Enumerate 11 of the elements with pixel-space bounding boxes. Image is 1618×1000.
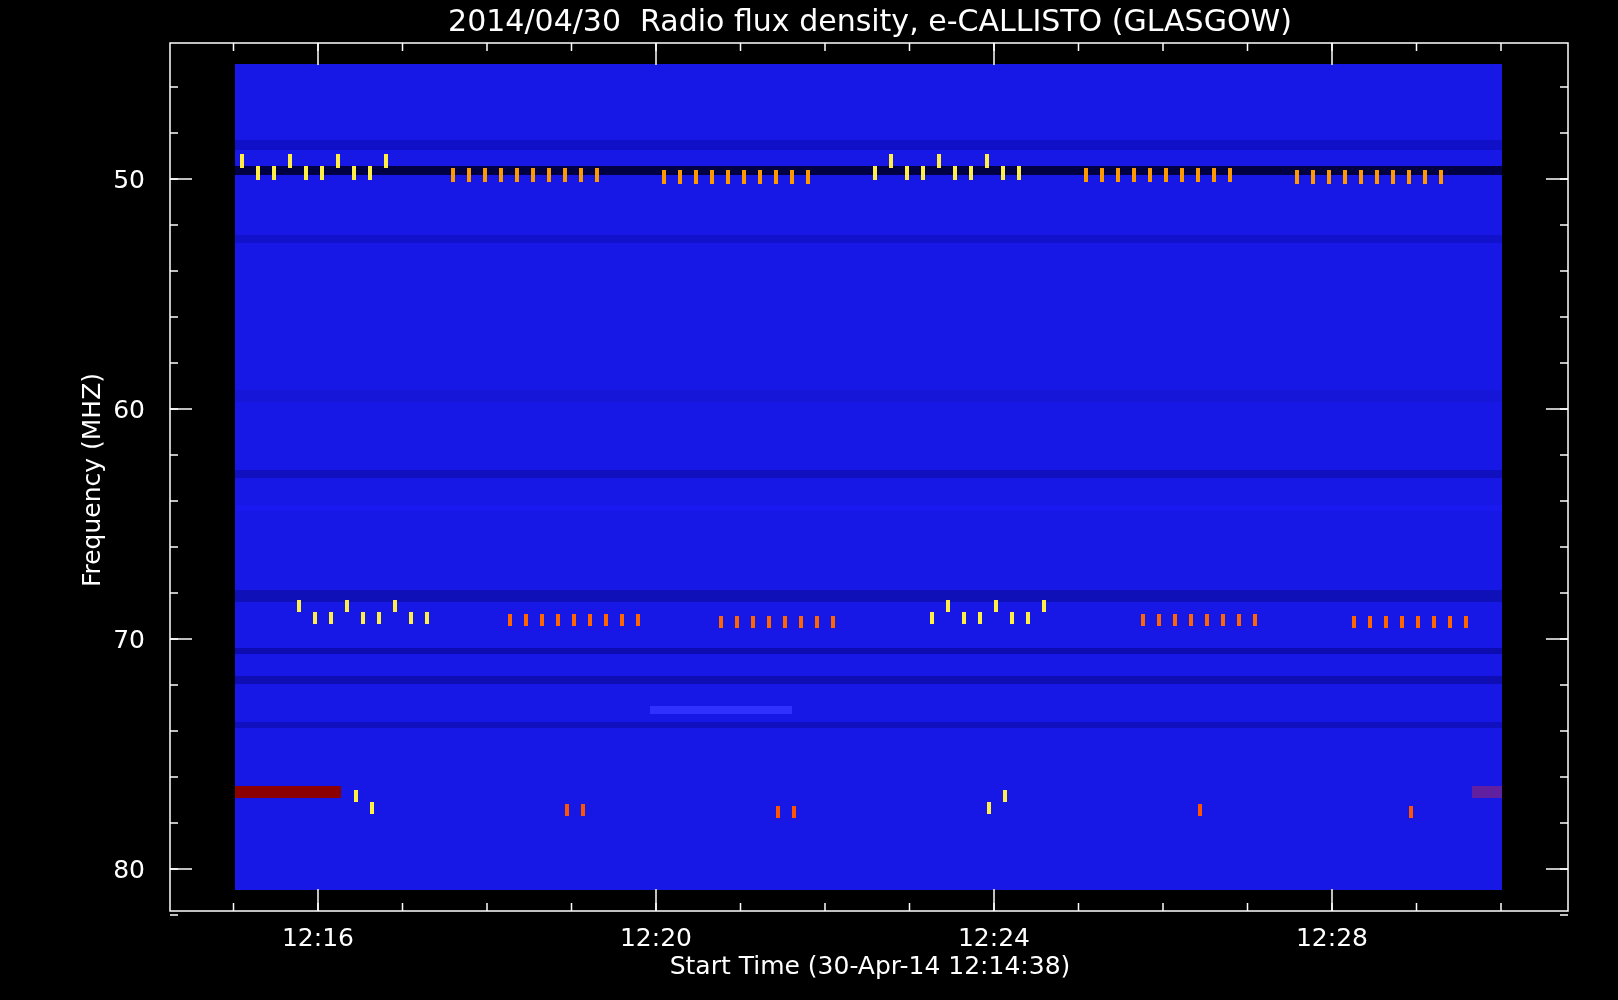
- tick-label: 12:20: [620, 923, 692, 952]
- axis-label: Frequency (MHZ): [77, 372, 106, 588]
- tick-label: 50: [113, 165, 145, 194]
- chart-title: 2014/04/30 Radio flux density, e-CALLISTO (GLASGOW): [448, 3, 1292, 38]
- tick-label: 12:28: [1296, 923, 1368, 952]
- tick-label: 12:24: [958, 923, 1030, 952]
- tick-label: 60: [113, 395, 145, 424]
- tick-label: 70: [113, 625, 145, 654]
- tick-label: 12:16: [282, 923, 354, 952]
- tick-label: 80: [113, 855, 145, 884]
- axis-label: Start Time (30-Apr-14 12:14:38): [669, 951, 1071, 980]
